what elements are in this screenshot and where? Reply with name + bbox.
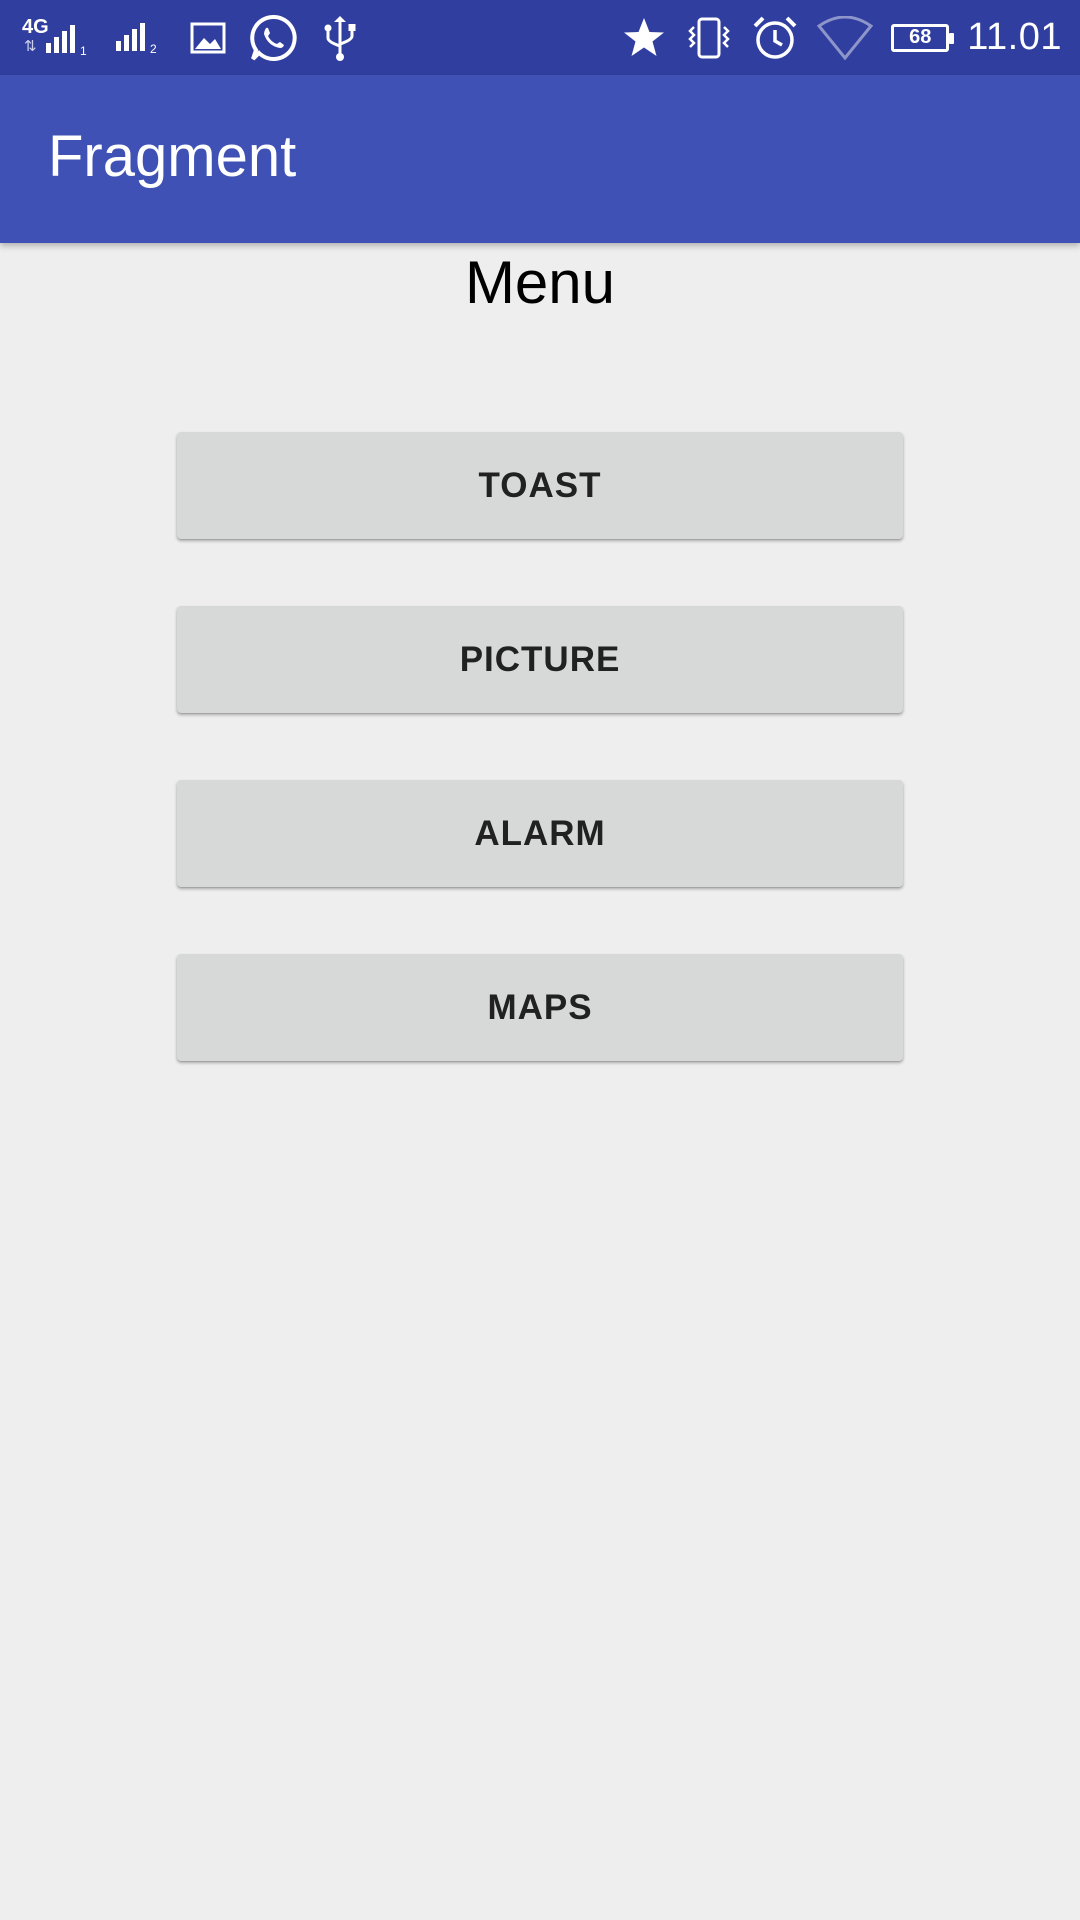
image-icon bbox=[190, 21, 226, 55]
signal-sim2-icon: 2 bbox=[116, 21, 168, 55]
status-bar-left: 4G ⇅ 1 2 bbox=[22, 0, 360, 75]
app-screen: 4G ⇅ 1 2 68 11.01 Fragment Menu TOAST PI… bbox=[0, 0, 1080, 1920]
status-time: 11.01 bbox=[967, 16, 1062, 58]
sim2-label: 2 bbox=[150, 42, 157, 55]
app-title: Fragment bbox=[48, 124, 297, 189]
status-bar-right: 68 11.01 bbox=[621, 0, 1062, 75]
star-icon bbox=[621, 15, 667, 61]
usb-icon bbox=[320, 14, 360, 62]
signal-sim1-icon: 4G ⇅ 1 bbox=[22, 13, 94, 63]
sim1-label: 1 bbox=[80, 44, 87, 57]
data-activity-icon: ⇅ bbox=[24, 37, 37, 55]
battery-level: 68 bbox=[909, 26, 932, 48]
network-type-label: 4G bbox=[22, 15, 49, 38]
picture-button[interactable]: PICTURE bbox=[177, 606, 903, 713]
toast-button[interactable]: TOAST bbox=[177, 432, 903, 539]
status-bar: 4G ⇅ 1 2 68 11.01 bbox=[0, 0, 1080, 75]
app-bar: Fragment bbox=[0, 75, 1080, 243]
whatsapp-icon bbox=[248, 13, 298, 63]
wifi-icon bbox=[817, 15, 874, 60]
maps-button[interactable]: MAPS bbox=[177, 954, 903, 1061]
alarm-button[interactable]: ALARM bbox=[177, 780, 903, 887]
battery-icon: 68 bbox=[891, 23, 955, 52]
menu-heading: Menu bbox=[464, 249, 616, 316]
alarm-icon bbox=[751, 14, 799, 62]
vibrate-icon bbox=[685, 15, 733, 61]
